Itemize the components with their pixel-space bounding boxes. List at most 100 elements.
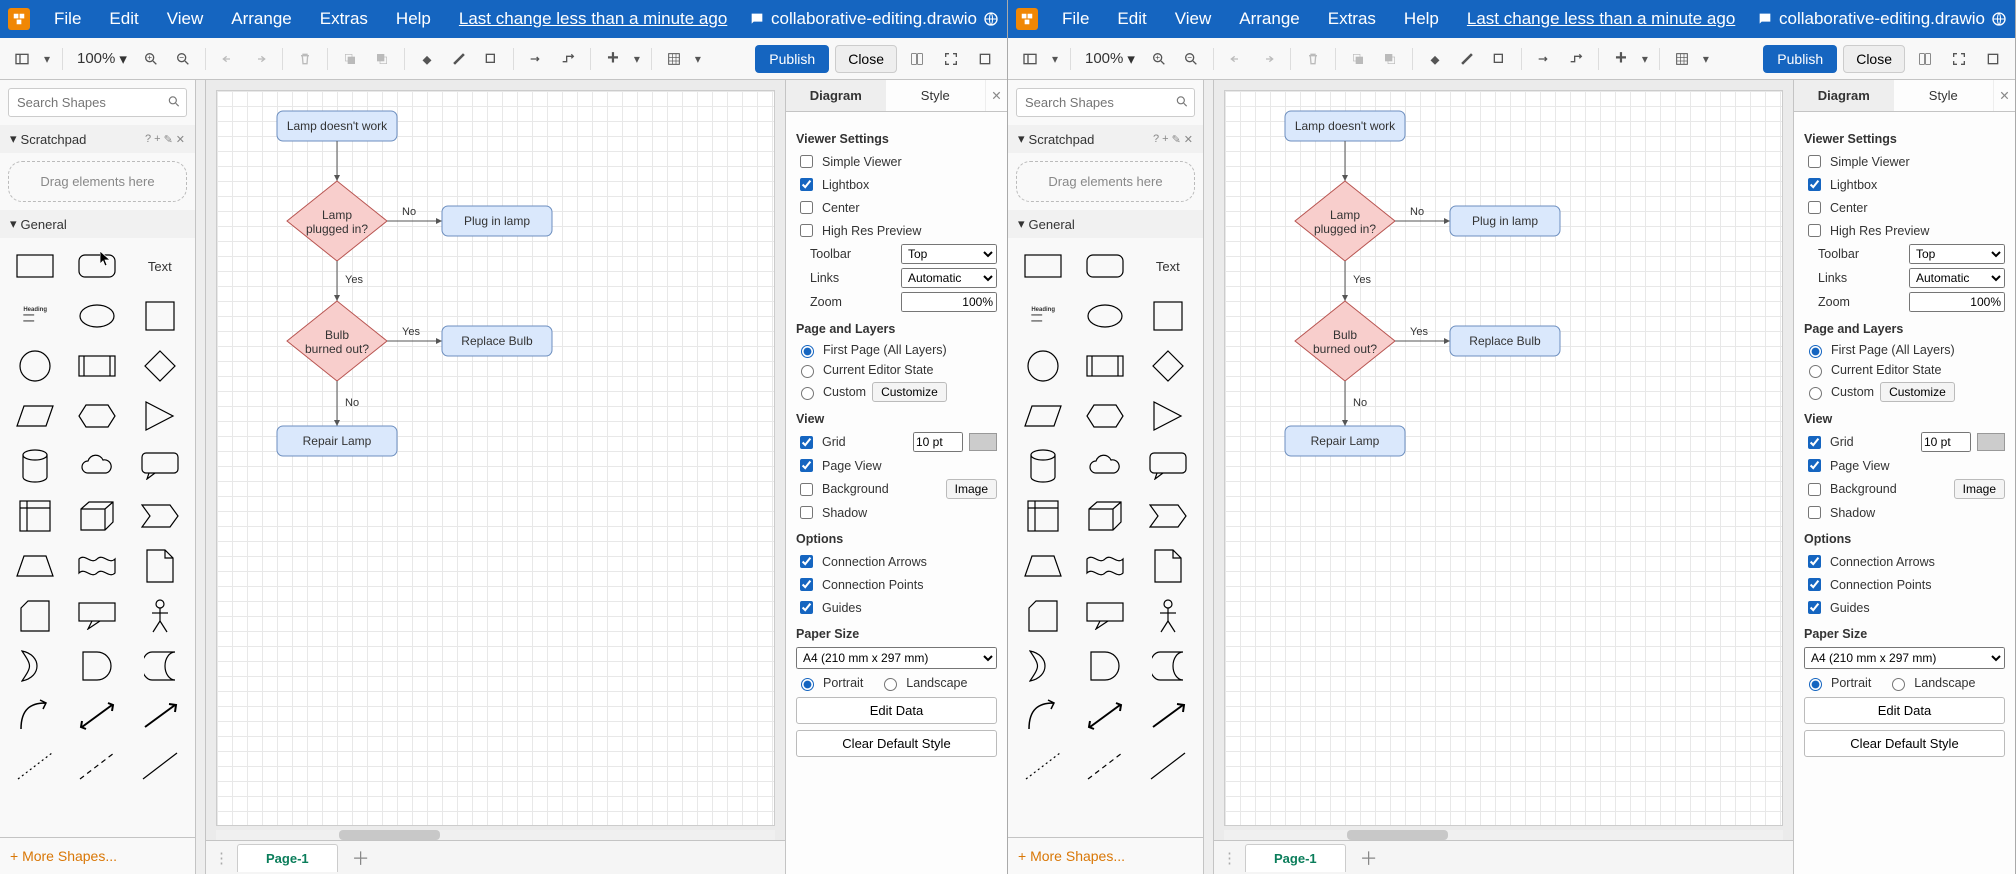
shape-triangle[interactable] — [1139, 394, 1197, 438]
last-change-link[interactable]: Last change less than a minute ago — [1455, 3, 1747, 35]
shape-diamond[interactable] — [1139, 344, 1197, 388]
shadow-button[interactable] — [477, 45, 505, 73]
view-mode-dropdown[interactable]: ▾ — [1048, 45, 1062, 73]
inp-zoom[interactable] — [901, 292, 997, 312]
shape-ellipse[interactable] — [68, 294, 126, 338]
scratchpad-add-icon[interactable]: + — [1162, 133, 1168, 146]
rad-firstpage[interactable]: First Page (All Layers) — [1804, 342, 1955, 358]
page-tabs-handle[interactable]: ⋮ — [214, 849, 229, 867]
general-header[interactable]: ▾ General — [1008, 210, 1203, 238]
format-toggle-button[interactable] — [903, 45, 931, 73]
rad-current[interactable]: Current Editor State — [1804, 362, 1941, 378]
scratchpad-edit-icon[interactable]: ✎ — [1172, 133, 1181, 146]
chk-shadow[interactable]: Shadow — [796, 503, 867, 522]
shape-curve-arrow[interactable] — [6, 694, 64, 738]
collapse-button[interactable] — [971, 45, 999, 73]
shape-rectangle[interactable] — [6, 244, 64, 288]
shape-arrow[interactable] — [1139, 694, 1197, 738]
shape-textbox[interactable]: Heading━━━━━━ — [1014, 294, 1072, 338]
chk-grid[interactable]: Grid — [796, 433, 846, 452]
inp-grid-size[interactable] — [913, 432, 963, 452]
shape-circle[interactable] — [6, 344, 64, 388]
inp-zoom[interactable] — [1909, 292, 2005, 312]
shape-dashed-line[interactable] — [68, 744, 126, 788]
rad-landscape[interactable]: Landscape — [879, 675, 967, 691]
view-mode-button[interactable] — [1016, 45, 1044, 73]
zoom-in-button[interactable] — [137, 45, 165, 73]
page-tabs-handle[interactable]: ⋮ — [1222, 849, 1237, 867]
shape-note[interactable] — [1139, 544, 1197, 588]
diagram-canvas[interactable]: Lamp doesn't work Lamp plugged in? No Pl… — [1224, 90, 1783, 826]
menu-arrange[interactable]: Arrange — [1227, 3, 1311, 35]
shape-triangle[interactable] — [131, 394, 189, 438]
app-logo[interactable] — [1016, 8, 1038, 30]
chk-conn-points[interactable]: Connection Points — [1804, 575, 1931, 594]
delete-button[interactable] — [291, 45, 319, 73]
chk-center[interactable]: Center — [1804, 198, 1868, 217]
scratchpad-header[interactable]: ▾ Scratchpad ? + ✎ ✕ — [1008, 125, 1203, 153]
menu-arrange[interactable]: Arrange — [219, 3, 303, 35]
chk-highres[interactable]: High Res Preview — [796, 221, 921, 240]
shape-square[interactable] — [1139, 294, 1197, 338]
menu-help[interactable]: Help — [1392, 3, 1451, 35]
shape-bidirectional-arrow[interactable] — [1076, 694, 1134, 738]
shape-line[interactable] — [1139, 744, 1197, 788]
add-page-button[interactable]: ＋ — [1354, 845, 1384, 871]
grid-color-swatch[interactable] — [1977, 433, 2005, 451]
delete-button[interactable] — [1299, 45, 1327, 73]
shape-tape[interactable] — [1076, 544, 1134, 588]
shape-hexagon[interactable] — [1076, 394, 1134, 438]
to-back-button[interactable] — [1376, 45, 1404, 73]
insert-button[interactable]: + — [599, 45, 627, 73]
chk-guides[interactable]: Guides — [796, 598, 862, 617]
menu-edit[interactable]: Edit — [97, 3, 150, 35]
rad-custom[interactable]: Custom — [796, 384, 866, 400]
shape-cloud[interactable] — [68, 444, 126, 488]
shape-text[interactable]: Text — [1139, 244, 1197, 288]
shape-process[interactable] — [68, 344, 126, 388]
menu-view[interactable]: View — [155, 3, 216, 35]
chk-grid[interactable]: Grid — [1804, 433, 1854, 452]
shape-cylinder[interactable] — [1014, 444, 1072, 488]
table-button[interactable] — [1668, 45, 1696, 73]
canvas-hscroll[interactable] — [216, 830, 775, 840]
shape-curve-arrow[interactable] — [1014, 694, 1072, 738]
shape-callout2[interactable] — [68, 594, 126, 638]
table-button[interactable] — [660, 45, 688, 73]
btn-customize[interactable]: Customize — [872, 382, 947, 402]
publish-button[interactable]: Publish — [755, 45, 829, 73]
more-shapes-button[interactable]: + More Shapes... — [0, 837, 195, 874]
rad-portrait[interactable]: Portrait — [796, 675, 863, 691]
shape-step[interactable] — [131, 494, 189, 538]
menu-extras[interactable]: Extras — [308, 3, 380, 35]
tab-diagram[interactable]: Diagram — [786, 80, 886, 111]
filename-area[interactable]: collaborative-editing.drawio — [1757, 9, 2007, 29]
zoom-combo[interactable]: 100% ▾ — [1079, 48, 1141, 70]
diagram-canvas[interactable]: Lamp doesn't work Lamp plugged in? No Pl… — [216, 90, 775, 826]
format-toggle-button[interactable] — [1911, 45, 1939, 73]
scratchpad-help-icon[interactable]: ? — [145, 133, 151, 146]
chk-guides[interactable]: Guides — [1804, 598, 1870, 617]
btn-edit-data[interactable]: Edit Data — [1804, 697, 2005, 724]
shape-parallelogram[interactable] — [6, 394, 64, 438]
shape-and[interactable] — [68, 644, 126, 688]
sel-toolbar[interactable]: Top — [901, 244, 997, 264]
to-back-button[interactable] — [368, 45, 396, 73]
view-mode-button[interactable] — [8, 45, 36, 73]
rad-firstpage[interactable]: First Page (All Layers) — [796, 342, 947, 358]
shape-internal-storage[interactable] — [1014, 494, 1072, 538]
chk-simple-viewer[interactable]: Simple Viewer — [1804, 152, 1910, 171]
waypoint-button[interactable] — [1562, 45, 1590, 73]
shape-diamond[interactable] — [131, 344, 189, 388]
scratchpad-dropzone[interactable]: Drag elements here — [1016, 161, 1195, 202]
shape-cube[interactable] — [1076, 494, 1134, 538]
shape-arrow[interactable] — [131, 694, 189, 738]
btn-customize[interactable]: Customize — [1880, 382, 1955, 402]
shape-card[interactable] — [6, 594, 64, 638]
insert-dropdown[interactable]: ▾ — [1639, 45, 1651, 73]
shape-trapezoid[interactable] — [1014, 544, 1072, 588]
shape-internal-storage[interactable] — [6, 494, 64, 538]
shape-datastore[interactable] — [131, 644, 189, 688]
tab-style[interactable]: Style — [1894, 80, 1994, 111]
collapse-button[interactable] — [1979, 45, 2007, 73]
